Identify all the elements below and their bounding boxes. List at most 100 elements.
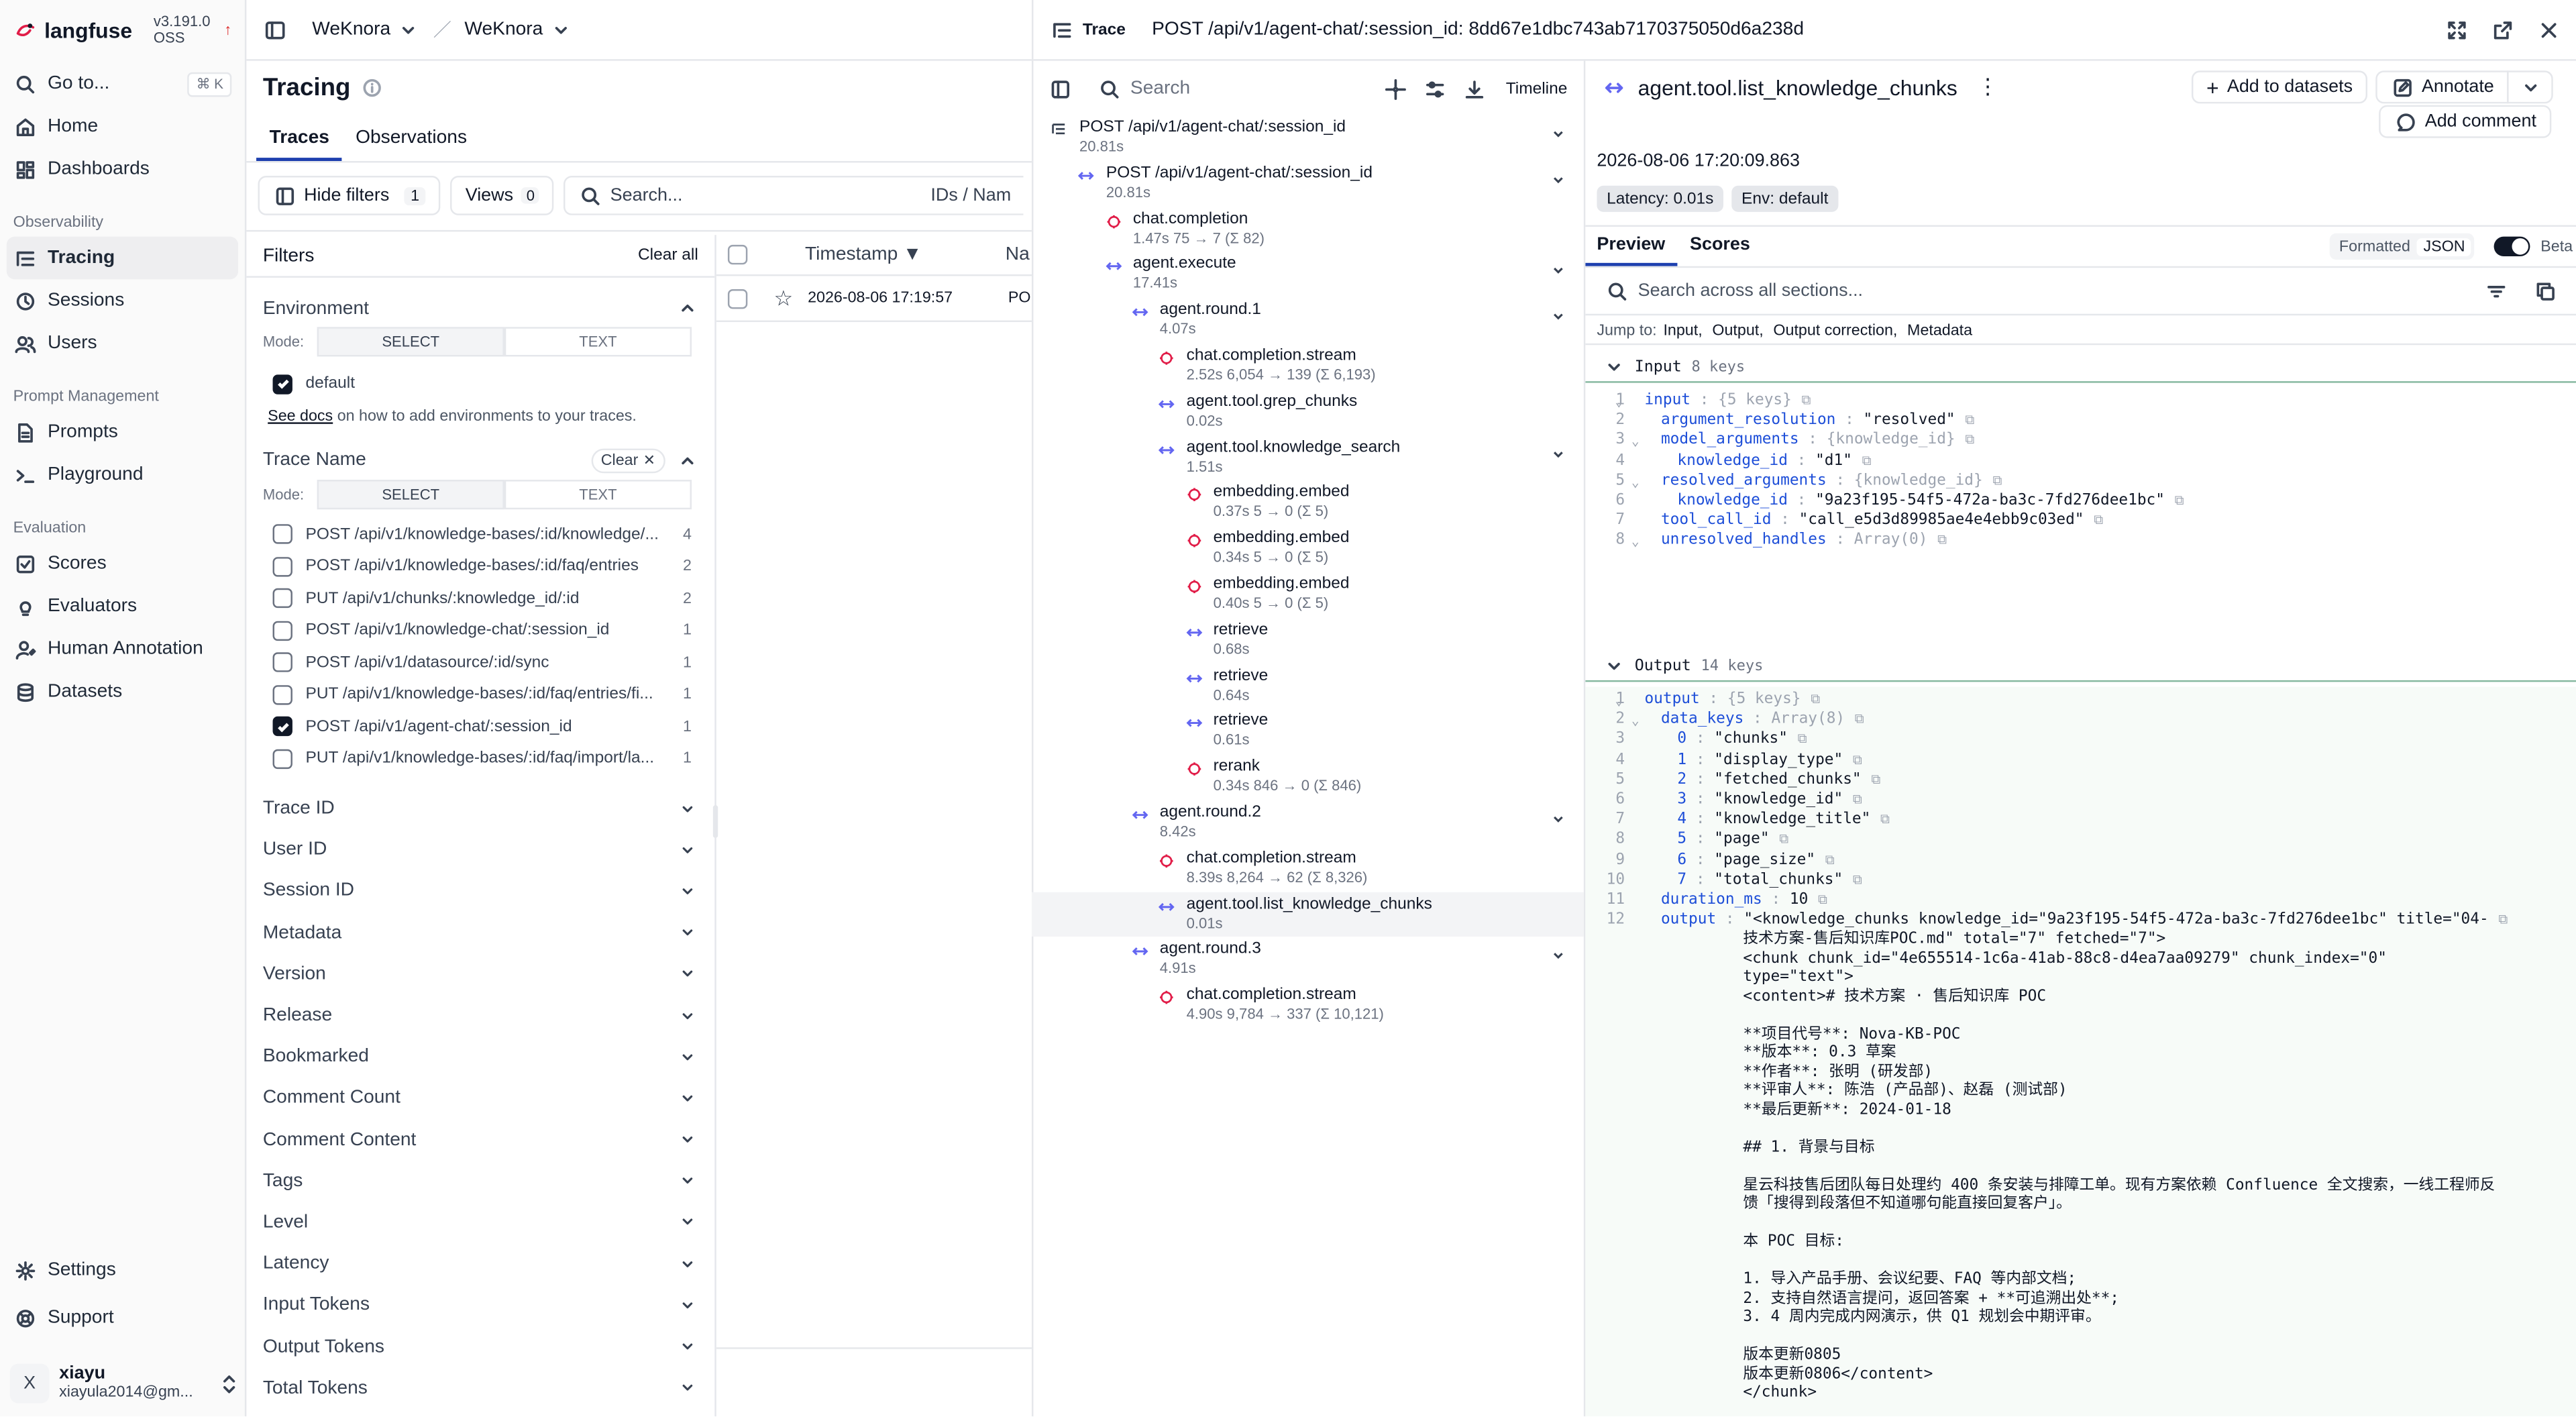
- copy-icon[interactable]: ⧉: [1825, 852, 1835, 867]
- info-icon[interactable]: [360, 76, 383, 99]
- breadcrumb-org[interactable]: WeKnora: [312, 19, 390, 39]
- sidebar-item-evaluators[interactable]: Evaluators: [0, 585, 245, 628]
- jump-link-input[interactable]: Input,: [1663, 322, 1702, 340]
- sidebar-item-support[interactable]: Support: [0, 1296, 246, 1339]
- search-input[interactable]: Search... IDs / Nam: [564, 176, 1024, 215]
- trace-name-option[interactable]: PUT /api/v1/knowledge-bases/:id/faq/entr…: [246, 678, 714, 711]
- checkbox[interactable]: [272, 749, 292, 769]
- goto-button[interactable]: Go to... ⌘ K: [0, 62, 245, 105]
- annotate-dropdown-button[interactable]: [2507, 70, 2553, 104]
- sidebar-toggle-icon[interactable]: [263, 18, 286, 41]
- filter-trace-name-header[interactable]: Trace Name Clear ✕: [246, 439, 714, 480]
- copy-icon[interactable]: ⧉: [2498, 912, 2508, 927]
- copy-icon[interactable]: ⧉: [1853, 752, 1862, 767]
- copy-icon[interactable]: ⧉: [1965, 413, 1974, 427]
- fold-chevron-icon[interactable]: ⌄: [1631, 533, 1640, 552]
- trace-tree-node[interactable]: retrieve 0.64s: [1032, 663, 1584, 708]
- chevron-down-icon[interactable]: [1549, 445, 1565, 461]
- chevron-down-icon[interactable]: [397, 18, 420, 41]
- trace-tree-node[interactable]: agent.round.3 4.91s: [1032, 937, 1584, 983]
- checkbox-checked[interactable]: [272, 374, 292, 395]
- trace-tree-node[interactable]: agent.round.1 4.07s: [1032, 298, 1584, 344]
- search-scope[interactable]: IDs / Nam: [930, 186, 1011, 205]
- formatted-option[interactable]: Formatted: [2332, 238, 2417, 256]
- trace-name-option[interactable]: POST /api/v1/datasource/:id/sync 1: [246, 647, 714, 679]
- mode-select-option[interactable]: SELECT: [317, 478, 504, 509]
- fold-chevron-icon[interactable]: ⌄: [1631, 473, 1640, 492]
- trace-tree-node[interactable]: retrieve 0.61s: [1032, 708, 1584, 754]
- sidebar-item-users[interactable]: Users: [0, 322, 245, 365]
- sidebar-item-dashboards[interactable]: Dashboards: [0, 148, 245, 191]
- tab-scores[interactable]: Scores: [1676, 227, 1763, 266]
- chevron-down-icon[interactable]: [1549, 170, 1565, 187]
- chevron-down-icon[interactable]: [1549, 307, 1565, 323]
- copy-icon[interactable]: ⧉: [1855, 712, 1864, 727]
- table-row[interactable]: ☆ 2026-08-06 17:19:57 PO: [716, 276, 1032, 323]
- copy-icon[interactable]: ⧉: [1871, 772, 1880, 787]
- checkbox-checked[interactable]: [272, 717, 292, 737]
- copy-icon[interactable]: [2533, 279, 2556, 302]
- maximize-icon[interactable]: [2445, 18, 2467, 41]
- filter-environment-header[interactable]: Environment: [246, 288, 714, 329]
- copy-icon[interactable]: ⧉: [1965, 433, 1974, 448]
- environment-option-default[interactable]: default: [246, 368, 714, 401]
- trace-tree-node[interactable]: POST /api/v1/agent-chat/:session_id 20.81…: [1032, 161, 1584, 207]
- filter-section-latency[interactable]: Latency: [246, 1243, 714, 1285]
- copy-icon[interactable]: ⧉: [2175, 493, 2184, 508]
- trace-tree-node[interactable]: agent.tool.grep_chunks 0.02s: [1032, 389, 1584, 435]
- copy-icon[interactable]: ⧉: [1862, 453, 1872, 468]
- trace-name-option[interactable]: POST /api/v1/knowledge-bases/:id/faq/ent…: [246, 550, 714, 582]
- filter-section-version[interactable]: Version: [246, 953, 714, 995]
- checkbox[interactable]: [272, 684, 292, 705]
- trace-tree-node[interactable]: chat.completion.stream 4.90s 9,784 → 337 …: [1032, 983, 1584, 1029]
- breadcrumb-project[interactable]: WeKnora: [464, 19, 543, 39]
- jump-link-output[interactable]: Output,: [1712, 322, 1763, 340]
- fold-chevron-icon[interactable]: ⌄: [1631, 712, 1640, 731]
- copy-icon[interactable]: ⧉: [1853, 792, 1862, 806]
- fold-chevron-icon[interactable]: ⌄: [1615, 692, 1623, 711]
- sliders-icon[interactable]: [1424, 77, 1446, 100]
- column-header-timestamp[interactable]: Timestamp ▼: [805, 245, 1006, 264]
- copy-icon[interactable]: ⧉: [1779, 832, 1788, 847]
- clear-trace-name-button[interactable]: Clear ✕: [591, 448, 665, 473]
- filter-section-output-tokens[interactable]: Output Tokens: [246, 1326, 714, 1367]
- sidebar-item-prompts[interactable]: Prompts: [0, 411, 245, 454]
- trace-name-option[interactable]: POST /api/v1/knowledge-chat/:session_id 1: [246, 615, 714, 647]
- mode-text-option[interactable]: TEXT: [504, 327, 692, 357]
- copy-icon[interactable]: ⧉: [1818, 892, 1827, 907]
- trace-tree-node[interactable]: agent.execute 17.41s: [1032, 252, 1584, 298]
- trace-tree-node[interactable]: retrieve 0.68s: [1032, 617, 1584, 663]
- sidebar-item-home[interactable]: Home: [0, 105, 245, 148]
- filter-section-metadata[interactable]: Metadata: [246, 912, 714, 953]
- input-section-header[interactable]: Input 8 keys: [1585, 354, 2576, 383]
- crosshair-icon[interactable]: [1384, 77, 1407, 100]
- checkbox[interactable]: [272, 588, 292, 609]
- trace-tree-node[interactable]: chat.completion.stream 8.39s 8,264 → 62 (…: [1032, 846, 1584, 892]
- timeline-button[interactable]: Timeline: [1506, 80, 1568, 98]
- trace-tree-node[interactable]: chat.completion 1.47s 75 → 7 (Σ 82): [1032, 207, 1584, 252]
- tree-search-input[interactable]: Search: [1130, 79, 1368, 99]
- chevron-down-icon[interactable]: [549, 18, 572, 41]
- copy-icon[interactable]: ⧉: [1880, 812, 1890, 827]
- close-icon[interactable]: [2536, 18, 2559, 41]
- trace-tree-node[interactable]: agent.tool.list_knowledge_chunks 0.01s: [1031, 891, 1584, 937]
- copy-icon[interactable]: ⧉: [1811, 692, 1820, 706]
- sidebar-item-scores[interactable]: Scores: [0, 542, 245, 585]
- download-icon[interactable]: [1463, 77, 1486, 100]
- trace-tree-node[interactable]: embedding.embed 0.40s 5 → 0 (Σ 5): [1032, 572, 1584, 617]
- chevron-down-icon[interactable]: [1549, 125, 1565, 141]
- views-button[interactable]: Views 0: [450, 176, 555, 215]
- chevron-down-icon[interactable]: [1549, 262, 1565, 278]
- trace-name-option[interactable]: POST /api/v1/agent-chat/:session_id 1: [246, 711, 714, 743]
- beta-toggle[interactable]: [2494, 236, 2531, 257]
- user-menu[interactable]: X xiayu xiayula2014@gm...: [9, 1361, 240, 1407]
- see-docs-link[interactable]: See docs: [268, 407, 333, 425]
- sidebar-item-datasets[interactable]: Datasets: [0, 670, 245, 713]
- trace-tree-node[interactable]: chat.completion.stream 2.52s 6,054 → 139 …: [1032, 344, 1584, 389]
- checkbox[interactable]: [272, 556, 292, 576]
- filter-section-comment-content[interactable]: Comment Content: [246, 1119, 714, 1161]
- filter-section-input-tokens[interactable]: Input Tokens: [246, 1285, 714, 1326]
- trace-tree-node[interactable]: agent.tool.knowledge_search 1.51s: [1032, 435, 1584, 480]
- trace-tree-node[interactable]: embedding.embed 0.34s 5 → 0 (Σ 5): [1032, 526, 1584, 572]
- panel-left-icon[interactable]: [1048, 77, 1071, 100]
